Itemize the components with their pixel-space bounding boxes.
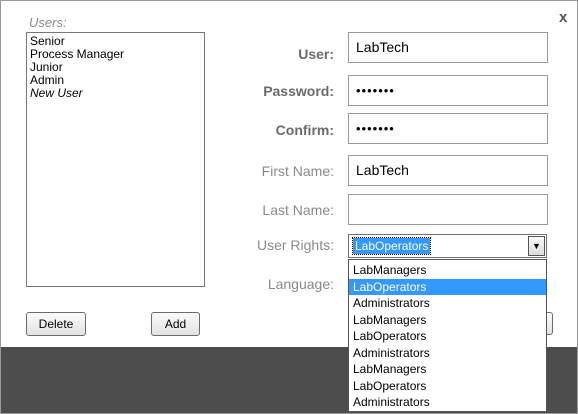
chevron-down-icon[interactable]: ▼ — [528, 236, 545, 256]
user-rights-selected-value: LabOperators — [351, 237, 432, 255]
add-button[interactable]: Add — [151, 312, 200, 336]
password-field[interactable]: ••••••• — [348, 75, 548, 106]
close-button[interactable]: x — [559, 9, 567, 26]
dropdown-option[interactable]: LabManagers — [349, 312, 546, 329]
list-item-new-user[interactable]: New User — [30, 87, 201, 100]
dropdown-option[interactable]: LabOperators — [349, 378, 546, 395]
user-field[interactable]: LabTech — [348, 32, 548, 63]
user-rights-dropdown-list[interactable]: LabManagers LabOperators Administrators … — [348, 259, 547, 412]
password-label: Password: — [263, 83, 334, 99]
dropdown-option[interactable]: LabManagers — [349, 361, 546, 378]
dropdown-option[interactable]: Administrators — [349, 345, 546, 362]
users-list[interactable]: Senior Process Manager Junior Admin New … — [26, 32, 205, 287]
dropdown-option-highlighted[interactable]: LabOperators — [349, 278, 546, 295]
dropdown-option[interactable]: Administrators — [349, 295, 546, 312]
user-rights-label: User Rights: — [256, 237, 334, 253]
confirm-label: Confirm: — [275, 122, 334, 138]
language-label: Language: — [267, 276, 334, 292]
last-name-field[interactable] — [348, 194, 548, 225]
user-management-dialog: x Users: Senior Process Manager Junior A… — [0, 0, 578, 414]
confirm-field[interactable]: ••••••• — [348, 113, 548, 144]
delete-button[interactable]: Delete — [26, 312, 86, 336]
dropdown-option[interactable]: LabManagers — [349, 262, 546, 279]
user-label: User: — [298, 46, 334, 62]
users-caption: Users: — [29, 15, 67, 30]
first-name-label: First Name: — [261, 163, 334, 179]
dropdown-option[interactable]: Administrators — [349, 394, 546, 411]
first-name-field[interactable]: LabTech — [348, 155, 548, 186]
dropdown-option[interactable]: LabOperators — [349, 328, 546, 345]
user-rights-select[interactable]: LabOperators ▼ — [348, 234, 547, 258]
last-name-label: Last Name: — [262, 202, 334, 218]
